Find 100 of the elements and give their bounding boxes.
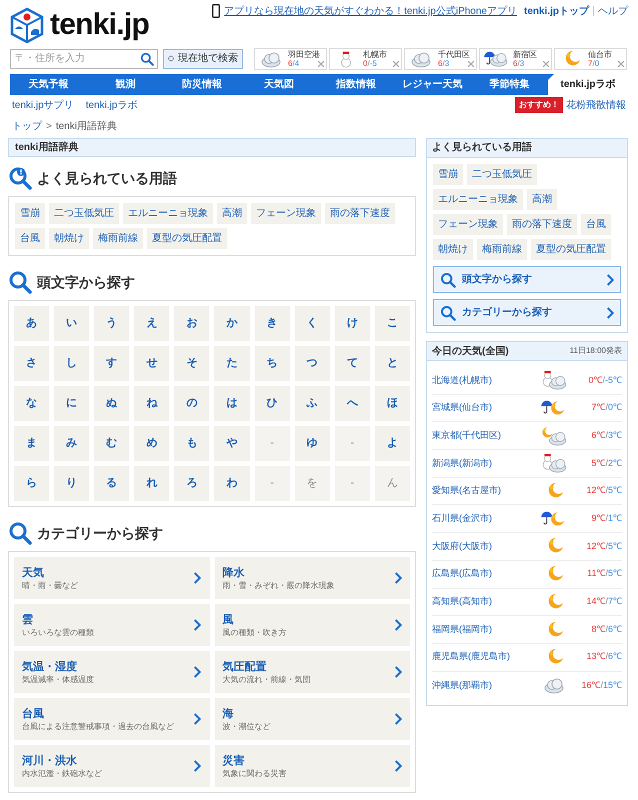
kana-key[interactable]: ま [14,426,50,461]
pollen-link[interactable]: 花粉飛散情報 [566,98,626,112]
term-tag[interactable]: 高潮 [527,189,557,210]
kana-key[interactable]: る [94,466,130,501]
kana-key[interactable]: せ [134,346,170,381]
kana-key[interactable]: ふ [294,386,330,421]
area-link[interactable]: 石川県(金沢市) [432,512,540,526]
area-link[interactable]: 新潟県(新潟市) [432,456,540,470]
area-link[interactable]: 鹿児島県(鹿児島市) [432,650,540,664]
term-tag[interactable]: 雨の落下速度 [325,203,395,224]
category-card[interactable]: 海 波・潮位など [214,698,410,740]
kana-key[interactable]: ね [134,386,170,421]
term-tag[interactable]: 台風 [15,228,45,249]
kana-key[interactable]: ゆ [294,426,330,461]
category-card[interactable]: 雲 いろいろな雲の種類 [14,604,210,646]
nav-tab[interactable]: 観測 [86,74,164,95]
kana-key[interactable]: れ [134,466,170,501]
kana-key[interactable]: は [214,386,250,421]
saved-place-card[interactable]: 羽田空港 6/4 [254,48,327,70]
area-link[interactable]: 北海道(札幌市) [432,374,540,388]
kana-key[interactable]: き [254,306,290,341]
kana-key[interactable]: て [334,346,370,381]
term-tag[interactable]: 朝焼け [49,228,89,249]
close-icon[interactable] [318,60,324,66]
term-tag[interactable]: 雪崩 [433,164,463,185]
saved-place-card[interactable]: 札幌市 0/-5 [329,48,402,70]
kana-key[interactable]: の [174,386,210,421]
kana-key[interactable]: と [374,346,410,381]
kana-key[interactable]: そ [174,346,210,381]
kana-key[interactable]: う [94,306,130,341]
kana-key[interactable]: し [54,346,90,381]
term-tag[interactable]: エルニーニョ現象 [123,203,213,224]
kana-key[interactable]: け [334,306,370,341]
term-tag[interactable]: 梅雨前線 [477,239,527,260]
nav-tab[interactable]: 天気予報 [10,74,87,95]
kana-key[interactable]: め [134,426,170,461]
kana-key[interactable]: か [214,306,250,341]
nav-tab[interactable]: 天気図 [240,74,318,95]
area-link[interactable]: 大阪府(大阪市) [432,540,540,554]
kana-key[interactable]: く [294,306,330,341]
sub-link[interactable]: tenki.jpサプリ [12,98,74,112]
kana-key[interactable]: ほ [374,386,410,421]
term-tag[interactable]: 夏型の気圧配置 [531,239,611,260]
area-link[interactable]: 東京都(千代田区) [432,428,540,442]
area-link[interactable]: 広島県(広島市) [432,567,540,581]
term-tag[interactable]: 二つ玉低気圧 [49,203,119,224]
term-tag[interactable]: 雨の落下速度 [507,214,577,235]
saved-place-card[interactable]: 新宿区 6/3 [479,48,552,70]
nav-tab[interactable]: 防災情報 [164,74,241,95]
breadcrumb-link[interactable]: トップ [12,119,42,134]
area-link[interactable]: 宮城県(仙台市) [432,401,540,415]
kana-key[interactable]: ら [14,466,50,501]
help-link[interactable]: ヘルプ [598,4,628,19]
kana-key[interactable]: さ [14,346,50,381]
kana-key[interactable]: り [54,466,90,501]
nav-tab[interactable]: 指数情報 [317,74,394,95]
term-tag[interactable]: 二つ玉低気圧 [467,164,537,185]
kana-key[interactable]: い [54,306,90,341]
kana-key[interactable]: へ [334,386,370,421]
term-tag[interactable]: エルニーニョ現象 [433,189,523,210]
area-link[interactable]: 沖縄県(那覇市) [432,678,540,692]
term-tag[interactable]: フェーン現象 [251,203,321,224]
kana-key[interactable]: こ [374,306,410,341]
locate-button[interactable]: 現在地で検索 [163,48,243,68]
category-card[interactable]: 台風 台風による注意警戒事項・過去の台風など [14,698,210,740]
sidebar-search-link[interactable]: 頭文字から探す [433,266,621,293]
category-card[interactable]: 災害 気象に関わる災害 [214,745,410,787]
kana-key[interactable]: や [214,426,250,461]
area-link[interactable]: 福岡県(福岡市) [432,622,540,636]
app-link[interactable]: アプリなら現在地の天気がすぐわかる！tenki.jp公式iPhoneアプリ [224,4,517,19]
sub-link[interactable]: tenki.jpラボ [86,98,138,112]
nav-tab[interactable]: 季節特集 [471,74,548,95]
logo-text[interactable]: tenki.jp [50,10,150,40]
category-card[interactable]: 気温・湿度 気温減率・体感温度 [14,651,210,693]
kana-key[interactable]: も [174,426,210,461]
close-icon[interactable] [618,60,624,66]
kana-key[interactable]: み [54,426,90,461]
category-card[interactable]: 天気 晴・雨・曇など [14,557,210,599]
kana-key[interactable]: つ [294,346,330,381]
kana-key[interactable]: ぬ [94,386,130,421]
term-tag[interactable]: 梅雨前線 [93,228,143,249]
sidebar-search-link[interactable]: カテゴリーから探す [433,299,621,326]
nav-tab[interactable]: レジャー天気 [394,74,472,95]
kana-key[interactable]: す [94,346,130,381]
address-search-field[interactable]: 〒・住所を入力 [10,48,158,68]
close-icon[interactable] [393,60,399,66]
category-card[interactable]: 降水 雨・雪・みぞれ・霰の降水現象 [214,557,410,599]
term-tag[interactable]: 夏型の気圧配置 [147,228,227,249]
term-tag[interactable]: 雪崩 [15,203,45,224]
kana-key[interactable]: た [214,346,250,381]
close-icon[interactable] [543,60,549,66]
kana-key[interactable]: ろ [174,466,210,501]
kana-key[interactable]: ひ [254,386,290,421]
saved-place-card[interactable]: 仙台市 7/0 [554,48,627,70]
top-link[interactable]: tenki.jpトップ [524,4,589,19]
term-tag[interactable]: 高潮 [217,203,247,224]
kana-key[interactable]: む [94,426,130,461]
term-tag[interactable]: 朝焼け [433,239,473,260]
term-tag[interactable]: 台風 [581,214,611,235]
kana-key[interactable]: に [54,386,90,421]
